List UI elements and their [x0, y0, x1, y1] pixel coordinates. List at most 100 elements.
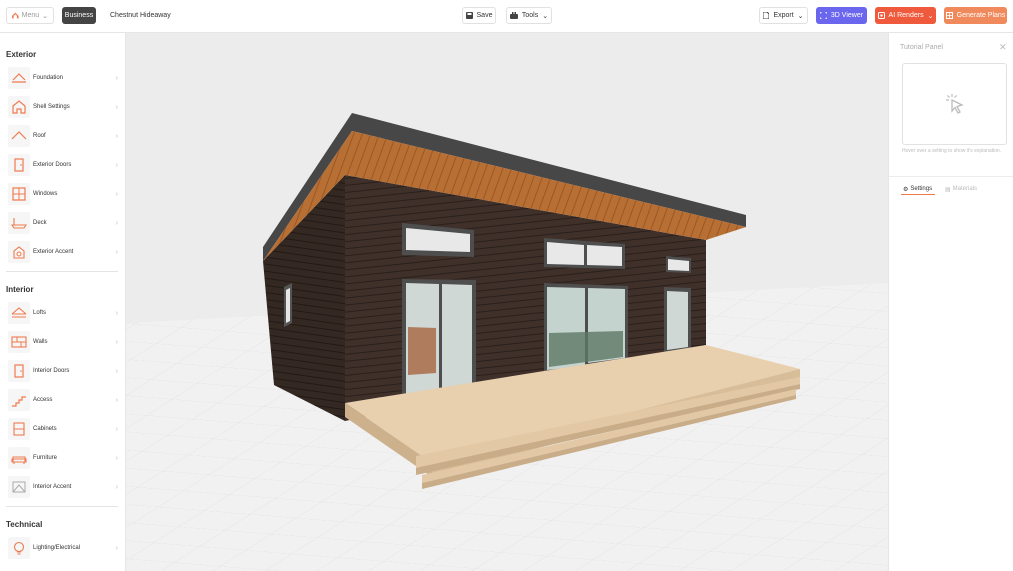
accent-icon: [8, 241, 30, 263]
chevron-down-icon: ⌄: [797, 12, 804, 20]
tab-label: Materials: [952, 186, 978, 192]
business-badge[interactable]: Business: [62, 7, 96, 24]
sidebar-item-label: Cabinets: [33, 426, 57, 432]
gear-icon: ⚙: [903, 186, 909, 193]
chevron-right-icon: ›: [115, 367, 118, 375]
sidebar-item-roof[interactable]: Roof ›: [8, 124, 118, 148]
sidebar-item-label: Foundation: [33, 75, 64, 81]
3d-viewer-label: 3D Viewer: [830, 12, 864, 19]
sidebar-item-label: Windows: [33, 191, 58, 197]
section-divider: [6, 506, 118, 507]
materials-icon: ▤: [945, 186, 951, 193]
project-name[interactable]: Chestnut Hideaway: [110, 7, 171, 24]
chevron-right-icon: ›: [115, 544, 118, 552]
ai-renders-label: AI Renders: [888, 12, 924, 19]
sidebar-item-label: Walls: [33, 339, 48, 345]
sidebar-item-label: Exterior Doors: [33, 162, 72, 168]
save-button[interactable]: Save: [462, 7, 496, 24]
chevron-right-icon: ›: [115, 454, 118, 462]
chevron-right-icon: ›: [115, 425, 118, 433]
logo-icon: [12, 12, 19, 19]
chevron-down-icon: ⌄: [42, 12, 48, 20]
close-icon[interactable]: ✕: [999, 42, 1007, 53]
tab-materials[interactable]: ▤ Materials: [945, 184, 977, 194]
stairs-icon: [8, 389, 30, 411]
save-icon: [465, 12, 473, 19]
3d-viewer-button[interactable]: 3D Viewer: [816, 7, 867, 24]
tab-settings[interactable]: ⚙ Settings: [903, 184, 932, 194]
chevron-down-icon: ⌄: [927, 12, 934, 20]
chevron-right-icon: ›: [115, 161, 118, 169]
sidebar-item-shell-settings[interactable]: Shell Settings ›: [8, 95, 118, 119]
active-tab-indicator: [901, 194, 935, 195]
sidebar-item-cabinets[interactable]: Cabinets ›: [8, 417, 118, 441]
export-label: Export: [773, 12, 794, 19]
accent-icon: [8, 476, 30, 498]
sidebar-item-label: Lighting/Electrical: [33, 545, 81, 551]
sidebar-item-label: Interior Doors: [33, 368, 70, 374]
tutorial-hint: Hover over a setting to show it's explan…: [902, 148, 1002, 154]
chevron-down-icon: ⌄: [542, 12, 549, 20]
sidebar-item-walls[interactable]: Walls ›: [8, 330, 118, 354]
sidebar-item-furniture[interactable]: Furniture ›: [8, 446, 118, 470]
section-divider: [6, 271, 118, 272]
tools-label: Tools: [521, 12, 539, 19]
window-icon: [8, 183, 30, 205]
tutorial-panel-title: Tutorial Panel: [900, 44, 943, 51]
foundation-icon: [8, 67, 30, 89]
menu-label: Menu: [21, 12, 40, 19]
chevron-right-icon: ›: [115, 309, 118, 317]
tutorial-panel: Tutorial Panel ✕ Hover over a setting to…: [888, 33, 1013, 571]
tools-button[interactable]: Tools ⌄: [506, 7, 552, 24]
cabinet-icon: [8, 418, 30, 440]
chevron-right-icon: ›: [115, 103, 118, 111]
expand-icon: [819, 12, 827, 19]
chevron-right-icon: ›: [115, 219, 118, 227]
toolbox-icon: [509, 12, 518, 19]
export-icon: [763, 12, 770, 19]
chevron-right-icon: ›: [115, 248, 118, 256]
tutorial-preview: [902, 63, 1007, 145]
top-bar: Menu ⌄ Business Chestnut Hideaway Save T…: [0, 0, 1013, 33]
section-title-exterior: Exterior: [6, 50, 37, 59]
sidebar-item-label: Access: [33, 397, 53, 403]
section-title-technical: Technical: [6, 520, 43, 529]
sidebar-item-label: Roof: [33, 133, 46, 139]
chevron-right-icon: ›: [115, 132, 118, 140]
sidebar-item-label: Shell Settings: [33, 104, 70, 110]
sidebar-item-label: Furniture: [33, 455, 58, 461]
sidebar-item-interior-doors[interactable]: Interior Doors ›: [8, 359, 118, 383]
3d-viewport[interactable]: [126, 33, 888, 571]
save-label: Save: [476, 12, 493, 19]
sidebar-item-lofts[interactable]: Lofts ›: [8, 301, 118, 325]
sidebar-item-deck[interactable]: Deck ›: [8, 211, 118, 235]
chevron-right-icon: ›: [115, 190, 118, 198]
ai-renders-button[interactable]: AI Renders ⌄: [875, 7, 936, 24]
sidebar-item-access[interactable]: Access ›: [8, 388, 118, 412]
sidebar-item-label: Deck: [33, 220, 47, 226]
sidebar-item-exterior-accent[interactable]: Exterior Accent ›: [8, 240, 118, 264]
tab-label: Settings: [910, 186, 933, 192]
deck-icon: [8, 212, 30, 234]
menu-button[interactable]: Menu ⌄: [6, 7, 54, 24]
chevron-right-icon: ›: [115, 338, 118, 346]
door-icon: [8, 154, 30, 176]
cursor-click-icon: [945, 94, 964, 114]
sidebar-item-windows[interactable]: Windows ›: [8, 182, 118, 206]
export-button[interactable]: Export ⌄: [759, 7, 808, 24]
bulb-icon: [8, 537, 30, 559]
wall-icon: [8, 331, 30, 353]
generate-plans-label: Generate Plans: [956, 12, 1006, 19]
sidebar-item-lighting-electrical[interactable]: Lighting/Electrical ›: [8, 536, 118, 560]
sidebar-item-interior-accent[interactable]: Interior Accent ›: [8, 475, 118, 499]
section-title-interior: Interior: [6, 285, 34, 294]
panel-divider: [889, 176, 1013, 177]
generate-plans-button[interactable]: Generate Plans: [944, 7, 1007, 24]
plans-icon: [945, 12, 953, 19]
sidebar-item-label: Interior Accent: [33, 484, 72, 490]
sidebar-item-foundation[interactable]: Foundation ›: [8, 66, 118, 90]
tiny-house-3d-model: [126, 33, 888, 571]
chevron-right-icon: ›: [115, 483, 118, 491]
sidebar-item-exterior-doors[interactable]: Exterior Doors ›: [8, 153, 118, 177]
chevron-right-icon: ›: [115, 74, 118, 82]
